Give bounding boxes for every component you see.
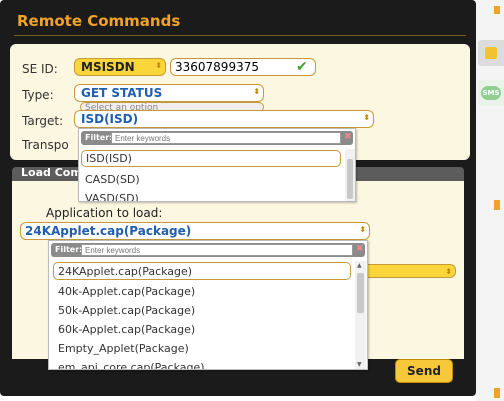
- application-option[interactable]: em_api_core.cap(Package): [58, 361, 205, 369]
- se-id-type-select[interactable]: MSISDN ⬍: [74, 58, 166, 76]
- title-divider: [14, 35, 466, 36]
- target-filter-input[interactable]: [111, 132, 341, 144]
- target-dropdown: Filter: ✖ ISD(ISD) CASD(SD) VASD(SD): [78, 128, 356, 202]
- scroll-down-icon[interactable]: ▼: [357, 361, 362, 368]
- side-marker: [494, 6, 500, 14]
- target-filter-label: Filter:: [85, 133, 113, 142]
- type-select[interactable]: GET STATUS ⬍: [74, 84, 264, 102]
- application-option[interactable]: 50k-Applet.cap(Package): [58, 304, 195, 317]
- side-marker: [494, 200, 500, 210]
- application-value: 24KApplet.cap(Package): [25, 224, 192, 238]
- target-value: ISD(ISD): [81, 112, 139, 126]
- target-scrollbar[interactable]: [345, 149, 355, 201]
- chevron-down-icon: ⬍: [359, 225, 366, 234]
- hidden-select[interactable]: ⬍: [360, 264, 456, 278]
- app-filter-row: Filter: ✖: [51, 243, 365, 257]
- se-id-input[interactable]: 33607899375: [170, 58, 316, 76]
- chevron-down-icon: ⬍: [253, 87, 260, 96]
- application-option-label: 24KApplet.cap(Package): [58, 265, 193, 278]
- type-label: Type:: [22, 88, 54, 102]
- application-scrollbar-thumb[interactable]: [357, 273, 364, 313]
- chevron-down-icon: ⬍: [155, 61, 162, 70]
- sim-card-icon[interactable]: [478, 40, 504, 66]
- app-filter-label: Filter:: [55, 245, 83, 254]
- clear-icon[interactable]: ✖: [356, 244, 364, 254]
- se-id-label: SE ID:: [22, 62, 58, 76]
- send-button[interactable]: Send: [395, 359, 453, 383]
- target-option[interactable]: CASD(SD): [85, 173, 140, 186]
- chevron-down-icon: ⬍: [445, 267, 452, 276]
- application-option[interactable]: 40k-Applet.cap(Package): [58, 285, 195, 298]
- target-filter-row: Filter: ✖: [81, 131, 353, 145]
- dialog-title: Remote Commands: [17, 12, 181, 30]
- sms-icon[interactable]: SMS: [478, 80, 504, 106]
- check-icon: ✔: [296, 59, 308, 75]
- application-scrollbar[interactable]: ▲ ▼: [355, 261, 366, 369]
- transport-label: Transpo: [22, 138, 69, 152]
- target-option[interactable]: VASD(SD): [85, 192, 139, 201]
- target-option-label: ISD(ISD): [86, 152, 132, 165]
- target-label: Target:: [22, 114, 64, 128]
- app-filter-input[interactable]: [81, 244, 353, 256]
- application-option[interactable]: 24KApplet.cap(Package): [53, 262, 351, 280]
- load-component-title: Load Com: [21, 166, 82, 179]
- target-option[interactable]: ISD(ISD): [81, 150, 341, 167]
- chevron-down-icon: ⬍: [363, 113, 370, 122]
- scroll-up-icon[interactable]: ▲: [357, 262, 362, 269]
- se-id-type-value: MSISDN: [81, 60, 135, 74]
- application-option[interactable]: Empty_Applet(Package): [58, 342, 189, 355]
- application-label: Application to load:: [46, 206, 163, 220]
- application-select[interactable]: 24KApplet.cap(Package) ⬍: [20, 222, 370, 240]
- side-marker: [494, 388, 500, 398]
- clear-icon[interactable]: ✖: [344, 132, 352, 142]
- target-scrollbar-thumb[interactable]: [347, 159, 353, 199]
- application-option[interactable]: 60k-Applet.cap(Package): [58, 323, 195, 336]
- target-select[interactable]: ISD(ISD) ⬍: [74, 110, 374, 128]
- application-dropdown: Filter: ✖ 24KApplet.cap(Package) 40k-App…: [48, 240, 368, 370]
- se-id-value: 33607899375: [175, 60, 259, 74]
- type-value: GET STATUS: [81, 86, 163, 100]
